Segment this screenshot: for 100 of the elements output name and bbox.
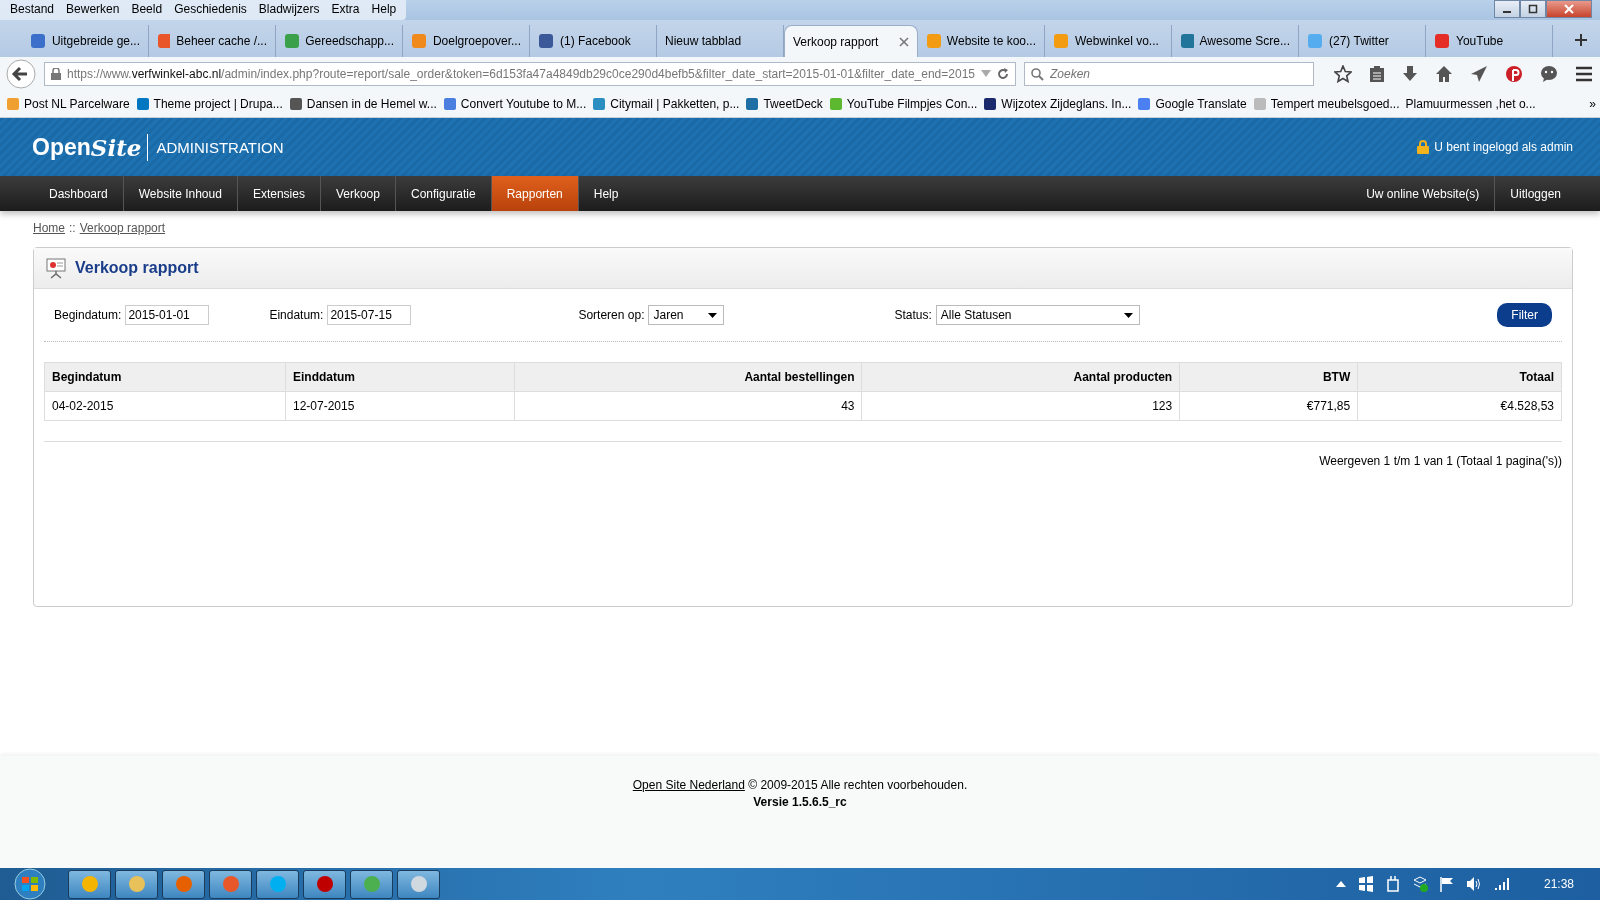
pagination-text: Weergeven 1 t/m 1 van 1 (Totaal 1 pagina('s)) bbox=[1319, 454, 1562, 468]
panel-title: Verkoop rapport bbox=[75, 259, 199, 277]
clipboard-icon[interactable] bbox=[1369, 64, 1385, 83]
column-header: Aantal producten bbox=[862, 362, 1180, 392]
column-header: Einddatum bbox=[285, 362, 515, 392]
menu-item[interactable]: Help bbox=[365, 0, 403, 20]
app-circle-icon bbox=[314, 874, 335, 894]
box-check-icon[interactable] bbox=[1411, 876, 1428, 892]
taskbar-button[interactable] bbox=[209, 869, 252, 899]
table-cell: 04-02-2015 bbox=[44, 391, 286, 421]
padlock-icon bbox=[1417, 140, 1430, 154]
nav-link[interactable]: Configuratie bbox=[395, 176, 492, 211]
windows-logo-icon[interactable] bbox=[1357, 876, 1374, 892]
bookmark-item[interactable]: Post NL Parcelware bbox=[6, 96, 130, 111]
lock-icon bbox=[51, 67, 61, 80]
menu-icon[interactable] bbox=[1575, 65, 1593, 82]
search-field[interactable]: Zoeken bbox=[1024, 61, 1314, 86]
minimize-button[interactable] bbox=[1494, 0, 1520, 18]
taskbar-button[interactable] bbox=[162, 869, 205, 899]
field-label: Eindatum: bbox=[269, 308, 324, 322]
table-cell: 12-07-2015 bbox=[285, 391, 515, 421]
taskbar-button[interactable] bbox=[115, 869, 158, 899]
taskbar-button[interactable] bbox=[68, 869, 111, 899]
plus-icon[interactable] bbox=[1574, 33, 1588, 47]
field-label: Sorteren op: bbox=[578, 308, 645, 322]
bookmark-item[interactable]: Dansen in de Hemel w... bbox=[288, 96, 437, 111]
caret-icon bbox=[1123, 312, 1133, 318]
address-bar[interactable]: https://www.verfwinkel-abc.nl/admin/index.php?route=report/sale_order&token=6d153fa47a4849db29c0ce290d4befb5&filter_date_start=2015-01-01&filter_date_end=2015 bbox=[44, 61, 1016, 86]
dropdown[interactable]: Alle Statusen bbox=[935, 305, 1140, 325]
footer-link[interactable]: Open Site Nederland bbox=[632, 778, 745, 792]
table-cell: €771,85 bbox=[1179, 391, 1358, 421]
taskbar-button[interactable] bbox=[397, 869, 440, 899]
nav-link[interactable]: Help bbox=[578, 176, 634, 211]
menu-item[interactable]: Extra bbox=[325, 0, 366, 20]
column-header: Totaal bbox=[1357, 362, 1562, 392]
speaker-icon[interactable] bbox=[1465, 876, 1482, 892]
download-icon[interactable] bbox=[1402, 64, 1418, 83]
close-button[interactable] bbox=[1546, 0, 1592, 18]
nav-link[interactable]: Website Inhoud bbox=[123, 176, 238, 211]
table-cell: 123 bbox=[862, 391, 1180, 421]
input-field[interactable]: 2015-07-15 bbox=[327, 305, 412, 325]
presentation-board-icon bbox=[45, 257, 67, 279]
browser-tab[interactable]: Verkoop rapport bbox=[784, 25, 918, 57]
taskbar-button[interactable] bbox=[350, 869, 393, 899]
nav-link[interactable]: Uitloggen bbox=[1495, 176, 1576, 211]
nav-link[interactable]: Rapporten bbox=[491, 176, 579, 211]
filter-button[interactable]: Filter bbox=[1497, 303, 1552, 327]
field-label: Begindatum: bbox=[54, 308, 122, 322]
menu-item[interactable]: Bestand bbox=[4, 0, 61, 20]
input-field[interactable]: 2015-01-01 bbox=[125, 305, 210, 325]
column-header: BTW bbox=[1179, 362, 1358, 392]
chevron-up-icon[interactable] bbox=[1335, 880, 1346, 888]
bookmark-item[interactable]: Wijzotex Zijdeglans. In... bbox=[983, 96, 1132, 111]
breadcrumb-link[interactable]: Home bbox=[33, 221, 65, 235]
bookmark-item[interactable]: Convert Youtube to M... bbox=[442, 96, 587, 111]
menu-item[interactable]: Bladwijzers bbox=[252, 0, 326, 20]
bookmark-item[interactable]: Tempert meubelsgoed... bbox=[1252, 96, 1400, 111]
nav-link[interactable]: Extensies bbox=[237, 176, 321, 211]
taskbar-button[interactable] bbox=[303, 869, 346, 899]
nav-link[interactable]: Uw online Website(s) bbox=[1351, 176, 1496, 211]
app-circle-icon bbox=[267, 874, 288, 894]
back-icon[interactable] bbox=[6, 58, 36, 89]
reload-icon[interactable] bbox=[997, 67, 1009, 80]
close-icon[interactable] bbox=[899, 36, 909, 47]
bookmarks-overflow[interactable]: » bbox=[1589, 96, 1596, 111]
column-header: Aantal bestellingen bbox=[514, 362, 862, 392]
app-circle-icon bbox=[79, 874, 100, 894]
app-title: ADMINISTRATION bbox=[156, 138, 284, 156]
table-cell: €4.528,53 bbox=[1357, 391, 1562, 421]
menu-item[interactable]: Bewerken bbox=[60, 0, 126, 20]
clock[interactable]: 21:38 bbox=[1543, 877, 1574, 891]
dropdown[interactable]: Jaren bbox=[648, 305, 725, 325]
bookmark-item[interactable]: TweetDeck bbox=[745, 96, 823, 111]
taskbar-button[interactable] bbox=[256, 869, 299, 899]
pin-logo-icon[interactable] bbox=[1505, 64, 1523, 83]
nav-link[interactable]: Dashboard bbox=[34, 176, 124, 211]
signal-bars-icon[interactable] bbox=[1493, 877, 1510, 891]
chat-bubble-icon[interactable] bbox=[1540, 64, 1558, 83]
nav-link[interactable]: Verkoop bbox=[320, 176, 396, 211]
menu-item[interactable]: Beeld bbox=[125, 0, 169, 20]
version-text: Versie 1.5.6.5_rc bbox=[753, 795, 847, 809]
flag-icon[interactable] bbox=[1439, 876, 1454, 892]
paper-plane-icon[interactable] bbox=[1470, 64, 1488, 83]
bookmark-item[interactable]: Citymail | Pakketten, p... bbox=[592, 96, 740, 111]
breadcrumb-link[interactable]: Verkoop rapport bbox=[79, 221, 166, 235]
bookmark-item[interactable]: Google Translate bbox=[1137, 96, 1247, 111]
search-icon bbox=[1031, 67, 1044, 81]
maximize-button[interactable] bbox=[1520, 0, 1546, 18]
bookmark-item[interactable]: Theme project | Drupa... bbox=[135, 96, 283, 111]
menu-item[interactable]: Geschiedenis bbox=[168, 0, 253, 20]
app-circle-icon bbox=[220, 874, 241, 894]
bookmark-item[interactable]: Plamuurmessen ,het o... bbox=[1405, 96, 1536, 111]
caret-icon bbox=[708, 312, 718, 318]
home-icon[interactable] bbox=[1435, 64, 1453, 83]
plug-icon[interactable] bbox=[1385, 876, 1400, 892]
logo: OpenSite bbox=[32, 133, 149, 161]
column-header: Begindatum bbox=[44, 362, 286, 392]
table-cell: 43 bbox=[514, 391, 862, 421]
star-icon[interactable] bbox=[1334, 64, 1352, 83]
bookmark-item[interactable]: YouTube Filmpjes Con... bbox=[828, 96, 978, 111]
